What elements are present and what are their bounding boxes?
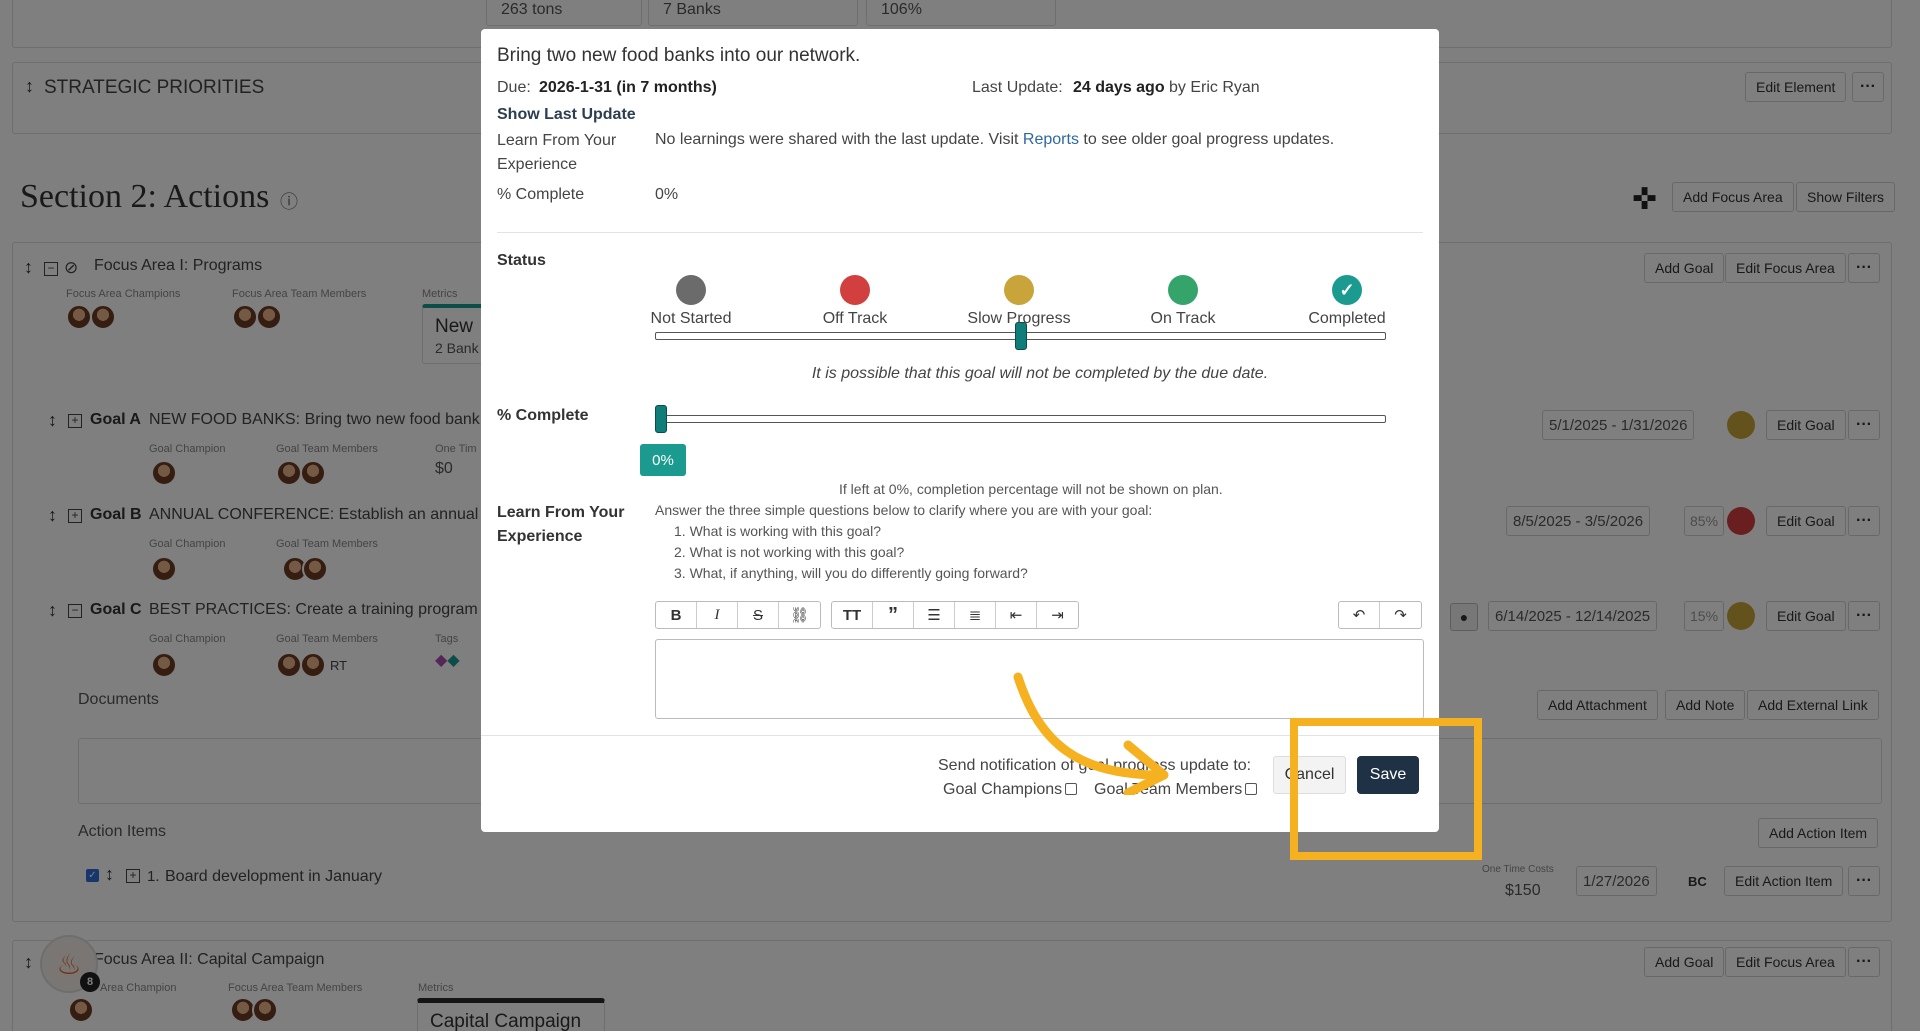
quote-icon[interactable]: ” bbox=[873, 602, 914, 628]
highlight-box bbox=[1290, 718, 1482, 860]
numbered-list-icon[interactable]: ≣ bbox=[955, 602, 996, 628]
last-update-label: Last Update: bbox=[972, 79, 1063, 96]
status-message: It is possible that this goal will not b… bbox=[811, 365, 1269, 382]
divider bbox=[497, 232, 1423, 233]
due-value: 2026-1-31 (in 7 months) bbox=[539, 79, 717, 96]
pointer-arrow-icon bbox=[1013, 672, 1169, 795]
question-1: 1. What is working with this goal? bbox=[674, 523, 881, 539]
undo-icon[interactable]: ↶ bbox=[1339, 602, 1380, 628]
italic-icon[interactable]: I bbox=[697, 602, 738, 628]
history-toolbar: ↶ ↷ bbox=[1338, 601, 1422, 629]
pct-note: If left at 0%, completion percentage wil… bbox=[839, 481, 1223, 497]
status-option-slow-progress[interactable] bbox=[1004, 275, 1034, 305]
pct-complete-label: % Complete bbox=[497, 186, 585, 203]
goal-progress-modal: Bring two new food banks into our networ… bbox=[481, 29, 1439, 832]
pct-slider-track[interactable] bbox=[655, 415, 1386, 423]
last-update-value: 24 days ago bbox=[1073, 79, 1165, 96]
status-option-label[interactable]: Completed bbox=[1277, 310, 1417, 328]
questions-intro: Answer the three simple questions below … bbox=[655, 502, 1153, 518]
bullet-list-icon[interactable]: ☰ bbox=[914, 602, 955, 628]
check-icon: ✓ bbox=[1339, 279, 1355, 300]
learn2-label: Learn From Your Experience bbox=[497, 504, 625, 545]
link-icon[interactable]: ⛓ bbox=[779, 602, 820, 628]
question-3: 3. What, if anything, will you do differ… bbox=[674, 565, 1028, 581]
status-option-completed[interactable]: ✓ bbox=[1332, 275, 1362, 305]
reports-link[interactable]: Reports bbox=[1023, 131, 1079, 148]
pct-complete-value: 0% bbox=[655, 186, 679, 203]
strikethrough-icon[interactable]: S bbox=[738, 602, 779, 628]
outdent-icon[interactable]: ⇤ bbox=[996, 602, 1037, 628]
modal-title: Bring two new food banks into our networ… bbox=[497, 45, 861, 66]
status-option-label[interactable]: Off Track bbox=[785, 310, 925, 328]
goal-team-members-checkbox[interactable] bbox=[1245, 783, 1258, 795]
status-option-label[interactable]: Not Started bbox=[621, 310, 761, 328]
redo-icon[interactable]: ↷ bbox=[1380, 602, 1421, 628]
due-label: Due: bbox=[497, 79, 531, 96]
status-option-label[interactable]: Slow Progress bbox=[949, 310, 1089, 328]
pct-complete-slider-label: % Complete bbox=[497, 407, 589, 424]
indent-icon[interactable]: ⇥ bbox=[1037, 602, 1078, 628]
bold-icon[interactable]: B bbox=[656, 602, 697, 628]
show-last-update-link[interactable]: Show Last Update bbox=[497, 106, 636, 124]
status-label: Status bbox=[497, 252, 546, 269]
question-2: 2. What is not working with this goal? bbox=[674, 544, 905, 560]
format-toolbar: B I S ⛓ bbox=[655, 601, 821, 629]
learn-text: No learnings were shared with the last u… bbox=[655, 131, 1335, 148]
learn-label: Learn From Your Experience bbox=[497, 132, 617, 173]
status-option-label[interactable]: On Track bbox=[1113, 310, 1253, 328]
block-toolbar: TT ” ☰ ≣ ⇤ ⇥ bbox=[831, 601, 1079, 629]
last-update-by: by Eric Ryan bbox=[1169, 79, 1260, 96]
text-size-icon[interactable]: TT bbox=[832, 602, 873, 628]
status-option-off-track[interactable] bbox=[840, 275, 870, 305]
pct-slider-thumb[interactable] bbox=[655, 405, 667, 433]
pct-badge: 0% bbox=[640, 444, 686, 476]
status-option-on-track[interactable] bbox=[1168, 275, 1198, 305]
status-option-not-started[interactable] bbox=[676, 275, 706, 305]
